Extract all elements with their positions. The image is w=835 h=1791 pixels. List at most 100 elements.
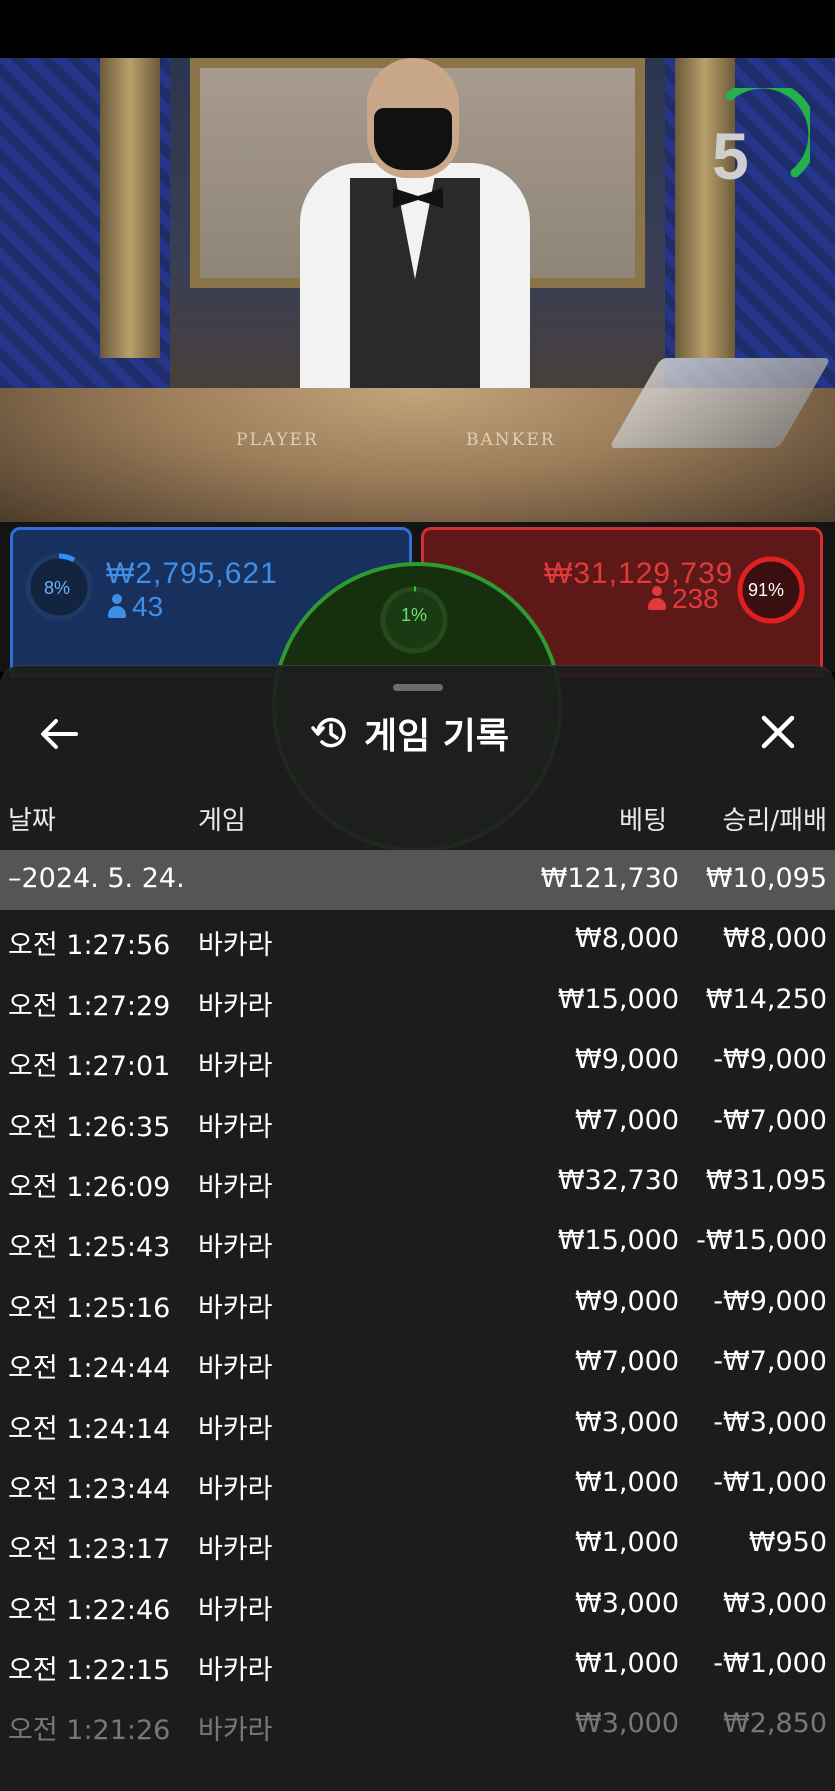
person-icon: [108, 594, 126, 618]
row-result: ₩950: [748, 1527, 827, 1559]
row-result: -₩9,000: [713, 1285, 827, 1317]
row-game: 바카라: [198, 1655, 273, 1687]
row-game: 바카라: [198, 1171, 273, 1203]
table-row[interactable]: 오전 1:27:01 바카라 ₩9,000 -₩9,000: [0, 1031, 835, 1091]
row-bet: ₩3,000: [575, 1708, 679, 1740]
summary-date: –2024. 5. 24.: [8, 863, 185, 894]
row-time: 오전 1:25:43: [8, 1232, 171, 1264]
close-icon[interactable]: [756, 710, 800, 754]
player-percent: 8%: [44, 578, 71, 598]
table-row[interactable]: 오전 1:23:17 바카라 ₩1,000 ₩950: [0, 1514, 835, 1574]
sheet-grabber-handle[interactable]: [393, 684, 443, 691]
column-header-result: 승리/패배: [722, 806, 827, 836]
row-bet: ₩1,000: [575, 1648, 679, 1680]
history-list: –2024. 5. 24. ₩121,730 ₩10,095 오전 1:27:5…: [0, 850, 835, 1756]
row-game: 바카라: [198, 1715, 273, 1747]
row-result: -₩1,000: [713, 1648, 827, 1680]
row-bet: ₩9,000: [575, 1044, 679, 1076]
row-result: -₩1,000: [713, 1466, 827, 1498]
table-row[interactable]: 오전 1:22:46 바카라 ₩3,000 ₩3,000: [0, 1575, 835, 1635]
sheet-title-group: 게임 기록: [310, 708, 509, 758]
countdown-timer: 5: [712, 119, 749, 193]
row-time: 오전 1:23:17: [8, 1534, 171, 1566]
row-time: 오전 1:22:46: [8, 1594, 171, 1626]
table-row[interactable]: 오전 1:27:29 바카라 ₩15,000 ₩14,250: [0, 971, 835, 1031]
row-result: -₩7,000: [713, 1346, 827, 1378]
row-result: -₩15,000: [696, 1225, 827, 1257]
row-result: -₩3,000: [713, 1406, 827, 1438]
row-time: 오전 1:27:56: [8, 930, 171, 962]
row-bet: ₩3,000: [575, 1587, 679, 1619]
row-result: ₩8,000: [723, 923, 827, 955]
table-banker-text: BANKER: [466, 430, 556, 450]
row-result: ₩2,850: [723, 1708, 827, 1740]
table-row[interactable]: 오전 1:24:14 바카라 ₩3,000 -₩3,000: [0, 1394, 835, 1454]
table-row[interactable]: 오전 1:21:26 바카라 ₩3,000 ₩2,850: [0, 1695, 835, 1755]
status-bar: [0, 0, 835, 58]
row-bet: ₩8,000: [575, 923, 679, 955]
table-row[interactable]: 오전 1:25:16 바카라 ₩9,000 -₩9,000: [0, 1273, 835, 1333]
dealer-mask: [374, 108, 452, 170]
row-game: 바카라: [198, 1292, 273, 1324]
row-time: 오전 1:21:26: [8, 1715, 171, 1747]
table-player-text: PLAYER: [236, 430, 319, 450]
row-time: 오전 1:23:44: [8, 1473, 171, 1505]
row-bet: ₩15,000: [557, 1225, 679, 1257]
person-icon: [648, 586, 666, 610]
summary-result-total: ₩10,095: [705, 863, 827, 894]
row-bet: ₩1,000: [575, 1466, 679, 1498]
date-summary-row[interactable]: –2024. 5. 24. ₩121,730 ₩10,095: [0, 850, 835, 911]
row-bet: ₩3,000: [575, 1406, 679, 1438]
row-result: ₩31,095: [705, 1164, 827, 1196]
row-result: -₩7,000: [713, 1104, 827, 1136]
row-time: 오전 1:27:29: [8, 990, 171, 1022]
row-game: 바카라: [198, 1232, 273, 1264]
row-bet: ₩1,000: [575, 1527, 679, 1559]
row-result: ₩3,000: [723, 1587, 827, 1619]
row-game: 바카라: [198, 990, 273, 1022]
banker-count-value: 238: [672, 583, 719, 614]
player-count-value: 43: [132, 591, 164, 622]
row-game: 바카라: [198, 1473, 273, 1505]
history-icon: [311, 717, 346, 748]
table-row[interactable]: 오전 1:25:43 바카라 ₩15,000 -₩15,000: [0, 1212, 835, 1272]
player-bettor-count: 43: [108, 591, 163, 623]
row-game: 바카라: [198, 1534, 273, 1566]
table-row[interactable]: 오전 1:27:56 바카라 ₩8,000 ₩8,000: [0, 910, 835, 970]
row-bet: ₩9,000: [575, 1285, 679, 1317]
pillar: [100, 58, 160, 358]
row-time: 오전 1:26:35: [8, 1111, 171, 1143]
table-row[interactable]: 오전 1:22:15 바카라 ₩1,000 -₩1,000: [0, 1635, 835, 1695]
row-time: 오전 1:26:09: [8, 1171, 171, 1203]
row-game: 바카라: [198, 1413, 273, 1445]
column-header-date: 날짜: [8, 806, 56, 836]
table-row[interactable]: 오전 1:24:44 바카라 ₩7,000 -₩7,000: [0, 1333, 835, 1393]
row-game: 바카라: [198, 930, 273, 962]
row-bet: ₩15,000: [557, 983, 679, 1015]
sheet-title: 게임 기록: [364, 716, 510, 757]
tie-percent: 1%: [401, 605, 428, 625]
banker-percent: 91%: [748, 580, 785, 600]
row-result: ₩14,250: [705, 983, 827, 1015]
arrow-left-icon[interactable]: [38, 712, 82, 756]
row-time: 오전 1:25:16: [8, 1292, 171, 1324]
row-time: 오전 1:27:01: [8, 1051, 171, 1083]
row-result: -₩9,000: [713, 1044, 827, 1076]
row-game: 바카라: [198, 1051, 273, 1083]
player-bet-amount: ₩2,795,621: [106, 557, 278, 590]
banker-bettor-count: 238: [648, 583, 719, 615]
row-bet: ₩32,730: [557, 1164, 679, 1196]
row-game: 바카라: [198, 1111, 273, 1143]
table-row[interactable]: 오전 1:26:35 바카라 ₩7,000 -₩7,000: [0, 1092, 835, 1152]
column-header-bet: 베팅: [619, 806, 667, 836]
table-row[interactable]: 오전 1:23:44 바카라 ₩1,000 -₩1,000: [0, 1454, 835, 1514]
row-time: 오전 1:24:44: [8, 1353, 171, 1385]
row-bet: ₩7,000: [575, 1104, 679, 1136]
row-bet: ₩7,000: [575, 1346, 679, 1378]
table-row[interactable]: 오전 1:26:09 바카라 ₩32,730 ₩31,095: [0, 1152, 835, 1212]
row-game: 바카라: [198, 1594, 273, 1626]
row-time: 오전 1:22:15: [8, 1655, 171, 1687]
column-header-game: 게임: [198, 806, 246, 836]
row-time: 오전 1:24:14: [8, 1413, 171, 1445]
row-game: 바카라: [198, 1353, 273, 1385]
